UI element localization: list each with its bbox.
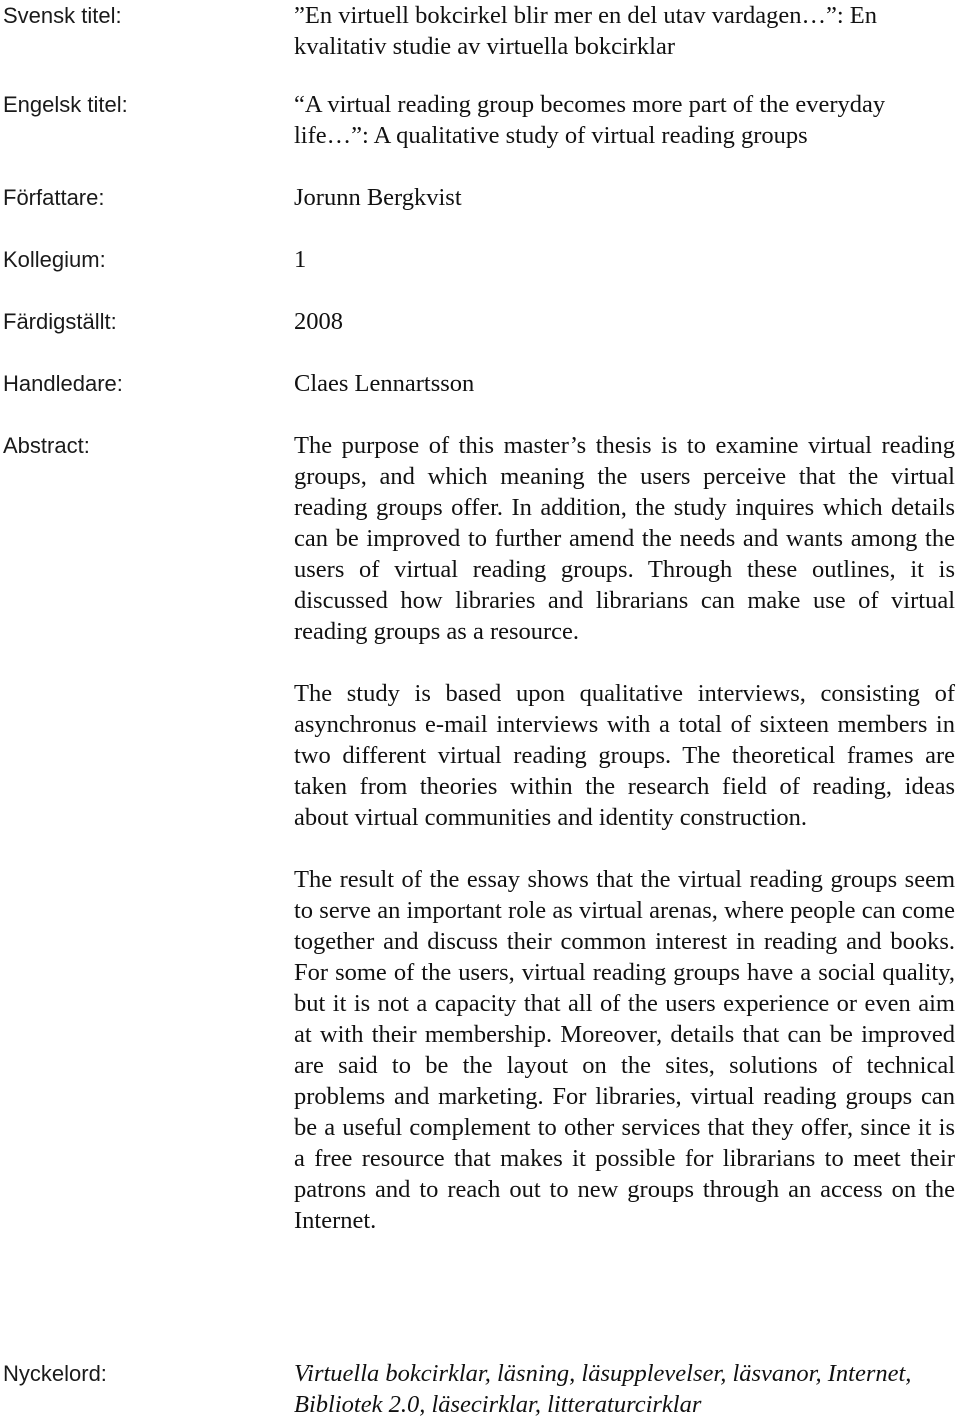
keywords-value: Virtuella bokcirklar, läsning, läsupplev… <box>294 1360 912 1418</box>
abstract-paragraph: The study is based upon qualitative inte… <box>294 680 955 831</box>
author-value: Jorunn Bergkvist <box>294 184 462 211</box>
english-title-value: “A virtual reading group becomes more pa… <box>294 91 886 149</box>
swedish-title-label: Svensk titel: <box>3 3 122 28</box>
supervisor-label: Handledare: <box>3 371 123 396</box>
abstract-paragraph: The purpose of this master’s thesis is t… <box>294 432 955 645</box>
author-label: Författare: <box>3 185 105 210</box>
supervisor-value: Claes Lennartsson <box>294 370 475 397</box>
abstract-paragraph: The result of the essay shows that the v… <box>294 866 955 1234</box>
kollegium-value: 1 <box>294 246 307 273</box>
abstract-body: The purpose of this master’s thesis is t… <box>294 430 955 1236</box>
completed-label: Färdigställt: <box>3 309 117 334</box>
abstract-label: Abstract: <box>3 433 90 458</box>
swedish-title-value: ”En virtuell bokcirkel blir mer en del u… <box>294 2 878 60</box>
completed-value: 2008 <box>294 308 343 335</box>
kollegium-label: Kollegium: <box>3 247 106 272</box>
keywords-label: Nyckelord: <box>3 1361 107 1386</box>
english-title-label: Engelsk titel: <box>3 92 128 117</box>
